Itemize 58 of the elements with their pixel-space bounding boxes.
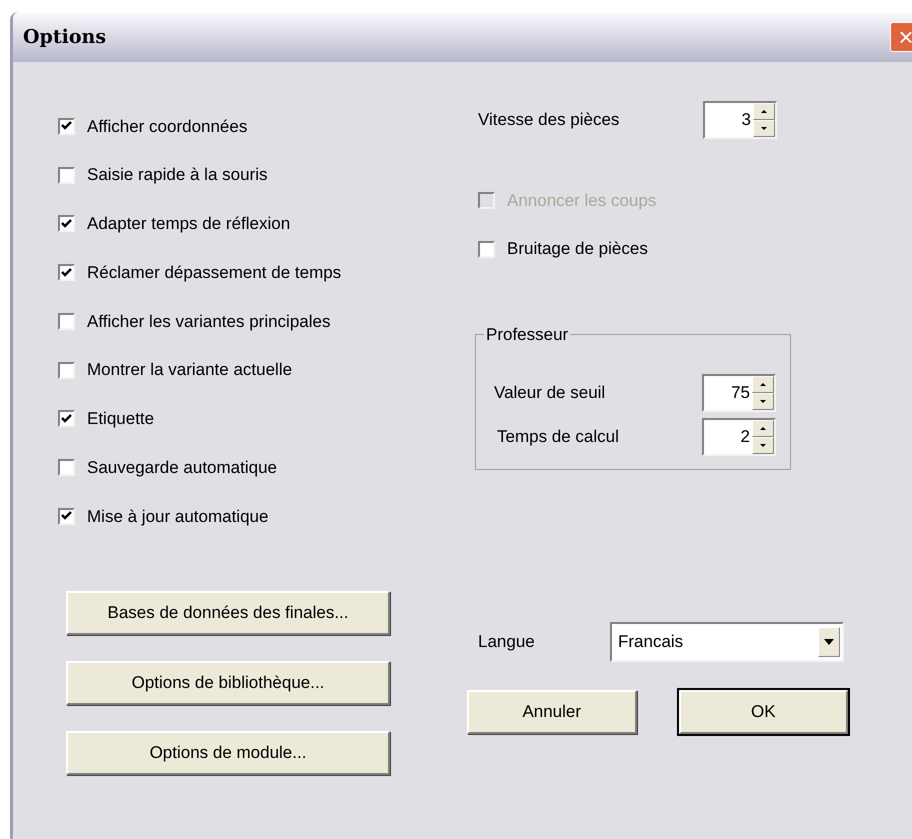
language-label: Langue	[478, 630, 536, 653]
dialog-button[interactable]: Bases de données des finales...	[66, 590, 390, 635]
up-arrow-icon	[760, 426, 766, 430]
checkbox-label: Annoncer les coups	[507, 190, 656, 212]
checkmark-icon	[61, 511, 72, 522]
checkbox[interactable]	[58, 459, 75, 476]
checkbox[interactable]	[58, 508, 75, 525]
checkmark-icon	[61, 268, 72, 278]
checkbox[interactable]	[58, 166, 75, 184]
checkmark-icon	[61, 414, 72, 424]
up-arrow-icon	[761, 110, 767, 113]
up-arrow-button[interactable]	[753, 103, 775, 120]
checkmark-icon	[61, 121, 72, 132]
down-arrow-icon	[760, 400, 766, 402]
down-arrow-icon	[761, 127, 767, 130]
up-arrow-icon	[760, 382, 766, 386]
spinner-field[interactable]: 2	[702, 418, 776, 456]
checkbox[interactable]	[58, 215, 75, 232]
dialog-button[interactable]: Annuler	[467, 690, 636, 734]
checkbox-label: Bruitage de pièces	[507, 238, 648, 260]
spinner-label: Valeur de seuil	[494, 382, 606, 404]
down-arrow-icon	[760, 444, 766, 446]
language-dropdown[interactable]: Francais	[610, 622, 844, 662]
window-title: Options	[23, 24, 106, 50]
down-arrow-button[interactable]	[752, 392, 774, 410]
checkmark-icon	[61, 218, 72, 229]
checkbox-label: Réclamer dépassement de temps	[87, 262, 342, 284]
dropdown-value: Francais	[618, 630, 684, 653]
checkbox-label: Saisie rapide à la souris	[87, 164, 268, 186]
spinner-value: 75	[730, 382, 751, 404]
checkbox[interactable]	[58, 118, 75, 135]
up-arrow-button[interactable]	[752, 420, 774, 436]
checkbox[interactable]	[58, 362, 75, 379]
down-arrow-icon	[824, 638, 834, 644]
spinner-field[interactable]: 75	[702, 374, 776, 412]
up-arrow-button[interactable]	[752, 376, 774, 392]
dropdown-arrow-button[interactable]	[818, 626, 840, 656]
checkbox-label: Etiquette	[87, 408, 154, 430]
checkbox[interactable]	[58, 410, 75, 428]
checkbox-label: Afficher coordonnées	[87, 116, 248, 138]
checkbox[interactable]	[58, 264, 75, 282]
down-arrow-button[interactable]	[753, 120, 775, 137]
checkbox-label: Montrer la variante actuelle	[87, 359, 292, 382]
spinner-label: Temps de calcul	[496, 426, 620, 448]
dialog-button[interactable]: Options de bibliothèque...	[66, 660, 390, 705]
spinner-value: 3	[740, 109, 752, 132]
checkbox-label: Mise à jour automatique	[87, 506, 268, 528]
checkbox[interactable]	[478, 240, 495, 258]
checkbox-label: Sauvegarde automatique	[87, 456, 277, 479]
spinner-field[interactable]: 3	[703, 101, 777, 139]
spinner-value: 2	[740, 426, 751, 448]
dialog-button[interactable]: Options de module...	[66, 730, 390, 775]
checkbox-label: Afficher les variantes principales	[87, 310, 330, 333]
down-arrow-button[interactable]	[752, 436, 774, 454]
checkbox[interactable]	[58, 312, 75, 330]
dialog-button[interactable]: OK	[678, 690, 848, 734]
spinner-label: Vitesse des pièces	[478, 109, 620, 132]
checkbox-label: Adapter temps de réflexion	[87, 213, 290, 236]
